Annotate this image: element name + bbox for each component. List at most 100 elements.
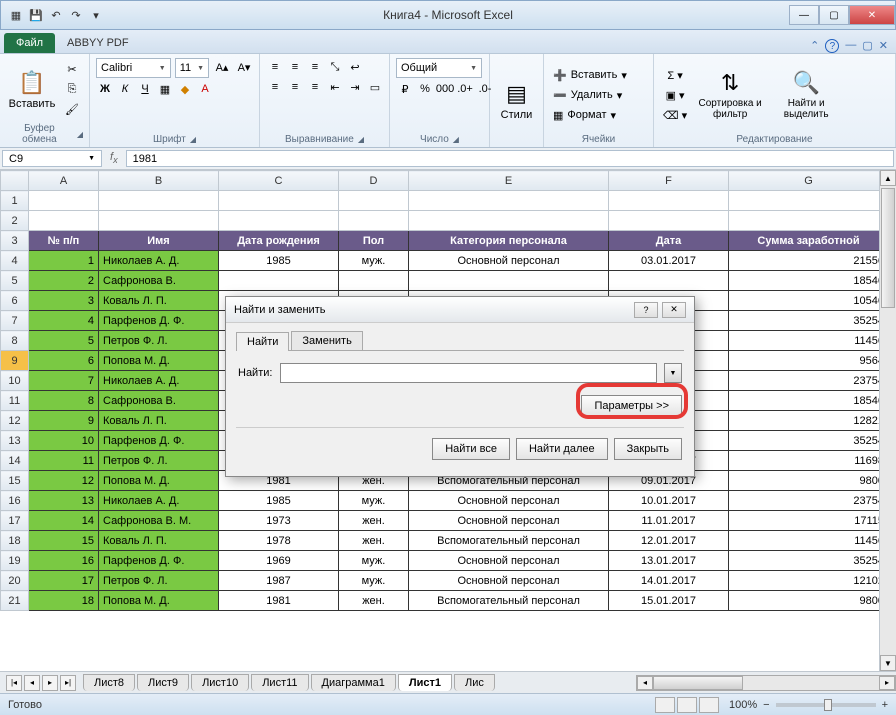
col-header-E[interactable]: E (409, 171, 609, 191)
row-header-20[interactable]: 20 (1, 571, 29, 591)
scroll-thumb-h[interactable] (653, 676, 743, 690)
cell[interactable]: 15 (29, 531, 99, 551)
copy-icon[interactable]: ⎘ (62, 81, 82, 99)
cell[interactable]: Попова М. Д. (99, 471, 219, 491)
cell[interactable]: 2 (29, 271, 99, 291)
find-select-button[interactable]: 🔍 Найти и выделить (770, 58, 842, 132)
cell[interactable]: 03.01.2017 (609, 251, 729, 271)
fill-color-icon[interactable]: ◆ (176, 80, 194, 98)
table-header[interactable]: Имя (99, 231, 219, 251)
scroll-left-icon[interactable]: ◂ (637, 676, 653, 690)
scrollbar-vertical[interactable]: ▲ ▼ (879, 170, 896, 671)
cell[interactable]: 12.01.2017 (609, 531, 729, 551)
table-header[interactable]: Пол (339, 231, 409, 251)
align-middle-icon[interactable]: ≡ (286, 58, 304, 76)
tab-prev-icon[interactable]: ◂ (24, 675, 40, 691)
scroll-up-icon[interactable]: ▲ (880, 170, 896, 186)
cell[interactable]: 13 (29, 491, 99, 511)
table-header[interactable]: Дата (609, 231, 729, 251)
fill-icon[interactable]: ▣ ▾ (660, 86, 690, 104)
cell[interactable] (339, 271, 409, 291)
cell[interactable]: 1973 (219, 511, 339, 531)
cell[interactable]: 11698 (729, 451, 889, 471)
cell[interactable]: Основной персонал (409, 511, 609, 531)
font-dialog-icon[interactable]: ◢ (190, 135, 196, 144)
cell[interactable]: 18546 (729, 391, 889, 411)
scroll-thumb-v[interactable] (881, 188, 895, 308)
row-header-2[interactable]: 2 (1, 211, 29, 231)
cell[interactable]: Основной персонал (409, 571, 609, 591)
find-all-button[interactable]: Найти все (432, 438, 510, 460)
cell[interactable]: Николаев А. Д. (99, 371, 219, 391)
format-painter-icon[interactable]: 🖌 (62, 101, 82, 119)
cell[interactable]: 7 (29, 371, 99, 391)
find-next-button[interactable]: Найти далее (516, 438, 608, 460)
col-header-G[interactable]: G (729, 171, 889, 191)
cell[interactable] (409, 211, 609, 231)
cell[interactable]: 1 (29, 251, 99, 271)
cell[interactable]: 23754 (729, 491, 889, 511)
table-header[interactable]: Категория персонала (409, 231, 609, 251)
save-icon[interactable]: 💾 (27, 6, 45, 24)
cell[interactable]: 6 (29, 351, 99, 371)
sheet-tab-Лис[interactable]: Лис (454, 674, 495, 691)
percent-icon[interactable]: % (416, 80, 434, 98)
cell[interactable]: 11456 (729, 331, 889, 351)
cell[interactable]: Вспомогательный персонал (409, 591, 609, 611)
ribbon-minimize-icon[interactable]: ⌃ (810, 39, 819, 53)
cell[interactable]: Коваль Л. П. (99, 531, 219, 551)
table-header[interactable]: № п/п (29, 231, 99, 251)
view-pagebreak-icon[interactable] (699, 697, 719, 713)
doc-restore-icon[interactable]: ▢ (862, 39, 872, 53)
undo-icon[interactable]: ↶ (47, 6, 65, 24)
name-box[interactable]: C9▼ (2, 150, 102, 167)
currency-icon[interactable]: ₽ (396, 80, 414, 98)
cell[interactable]: 10.01.2017 (609, 491, 729, 511)
cell[interactable]: 1985 (219, 251, 339, 271)
sheet-tab-Лист11[interactable]: Лист11 (251, 674, 308, 691)
doc-close-icon[interactable]: ✕ (879, 39, 888, 53)
align-top-icon[interactable]: ≡ (266, 58, 284, 76)
row-header-4[interactable]: 4 (1, 251, 29, 271)
cell[interactable] (99, 191, 219, 211)
row-header-3[interactable]: 3 (1, 231, 29, 251)
clear-icon[interactable]: ⌫ ▾ (660, 106, 690, 124)
cell[interactable]: 11456 (729, 531, 889, 551)
zoom-out-icon[interactable]: − (763, 699, 769, 711)
help-icon[interactable]: ? (825, 39, 839, 53)
table-header[interactable]: Дата рождения (219, 231, 339, 251)
options-button[interactable]: Параметры >> (581, 395, 682, 417)
cell[interactable]: 1985 (219, 491, 339, 511)
tab-last-icon[interactable]: ▸| (60, 675, 76, 691)
find-history-dropdown[interactable]: ▼ (664, 363, 682, 383)
cell[interactable]: жен. (339, 591, 409, 611)
cell[interactable] (219, 211, 339, 231)
insert-cells-button[interactable]: ➕Вставить ▾ (550, 66, 647, 84)
cell[interactable]: 35254 (729, 311, 889, 331)
sheet-tab-Лист10[interactable]: Лист10 (191, 674, 249, 691)
cell[interactable] (219, 191, 339, 211)
cell[interactable]: Основной персонал (409, 551, 609, 571)
cell[interactable]: жен. (339, 531, 409, 551)
cell[interactable]: 11.01.2017 (609, 511, 729, 531)
cell[interactable]: 10546 (729, 291, 889, 311)
cell[interactable]: 35254 (729, 551, 889, 571)
cell[interactable]: 8 (29, 391, 99, 411)
font-name-combo[interactable]: Calibri▼ (96, 58, 171, 78)
align-left-icon[interactable]: ≡ (266, 78, 284, 96)
cell[interactable]: Основной персонал (409, 251, 609, 271)
cell[interactable]: 9800 (729, 591, 889, 611)
tab-first-icon[interactable]: |◂ (6, 675, 22, 691)
indent-inc-icon[interactable]: ⇥ (346, 78, 364, 96)
cell[interactable] (729, 191, 889, 211)
grow-font-icon[interactable]: A▴ (213, 58, 231, 76)
wrap-text-icon[interactable]: ↩ (346, 58, 364, 76)
cell[interactable]: Петров Ф. Л. (99, 571, 219, 591)
border-icon[interactable]: ▦ (156, 80, 174, 98)
cell[interactable]: 4 (29, 311, 99, 331)
cell[interactable]: Попова М. Д. (99, 351, 219, 371)
cell[interactable] (339, 211, 409, 231)
cell[interactable]: Сафронова В. М. (99, 511, 219, 531)
cell[interactable]: Николаев А. Д. (99, 491, 219, 511)
cell[interactable]: Парфенов Д. Ф. (99, 431, 219, 451)
